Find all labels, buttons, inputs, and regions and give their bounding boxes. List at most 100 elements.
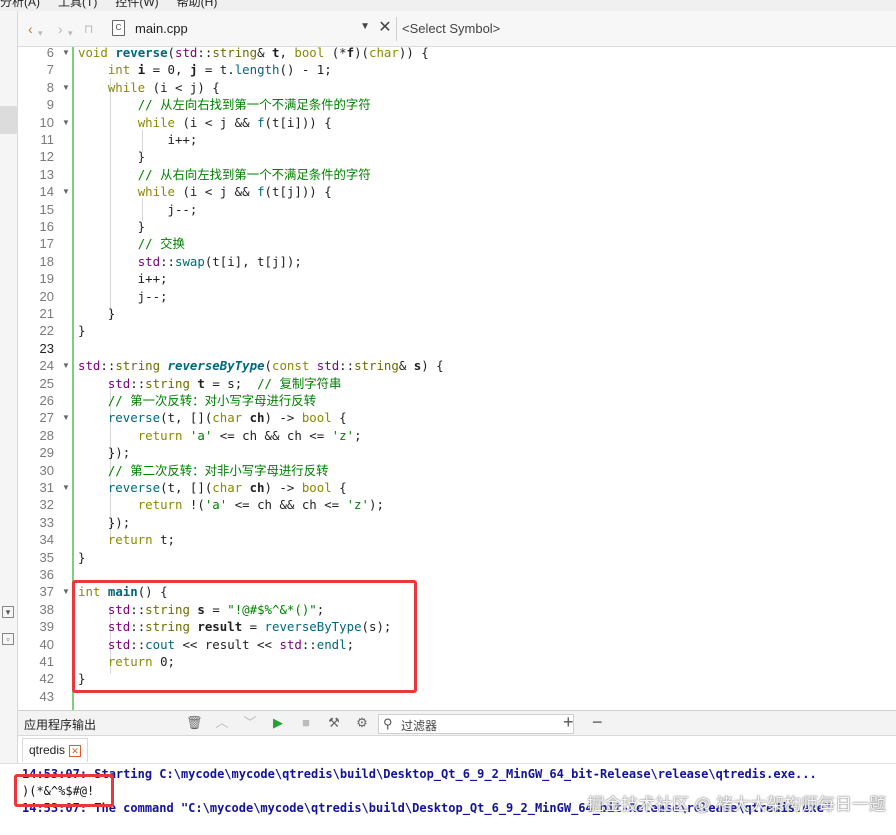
close-icon[interactable]: ✕ (374, 17, 396, 39)
zoom-out-icon[interactable]: − (592, 712, 603, 733)
code-line[interactable]: int i = 0, j = t.length() - 1; (78, 61, 332, 78)
close-icon[interactable]: ✕ (69, 744, 82, 757)
zoom-in-icon[interactable]: + (563, 712, 574, 733)
chevron-down-icon: ▼ (360, 21, 370, 32)
line-number: 21 (39, 306, 54, 321)
code-line[interactable]: reverse(t, [](char ch) -> bool { (78, 409, 347, 426)
next-icon[interactable]: ﹀ (242, 715, 258, 731)
filter-input[interactable]: ⚲ 过滤器 (378, 714, 574, 734)
code-line[interactable]: // 从左向右找到第一个不满足条件的字符 (78, 96, 371, 113)
fold-arrow-icon[interactable]: ▼ (62, 583, 71, 600)
line-number: 20 (39, 288, 54, 304)
fold-arrow-icon[interactable]: ▼ (62, 183, 71, 200)
code-line[interactable]: return t; (78, 531, 175, 548)
line-number: 37 (39, 584, 54, 600)
trash-icon[interactable]: 🗑 (186, 715, 203, 731)
left-sidebar-strip: ▾ ▫ (0, 11, 18, 711)
fold-arrow-icon[interactable]: ▼ (62, 409, 71, 426)
code-line[interactable]: i++; (78, 131, 198, 148)
code-line[interactable]: std::swap(t[i], t[j]); (78, 253, 302, 270)
panel-icon[interactable]: ▫ (2, 633, 14, 645)
fold-arrow-icon[interactable]: ▼ (62, 44, 71, 61)
output-pane-title: 应用程序输出 (24, 718, 97, 732)
fold-arrow-icon[interactable]: ▼ (62, 357, 71, 374)
code-line[interactable]: void reverse(std::string& t, bool (*f)(c… (78, 44, 429, 61)
line-number: 25 (39, 375, 54, 391)
code-line[interactable]: i++; (78, 270, 168, 287)
run-icon[interactable]: ▶ (270, 715, 286, 731)
fold-arrow-icon[interactable]: ▼ (62, 114, 71, 131)
code-line[interactable]: } (78, 218, 145, 235)
code-line[interactable]: j--; (78, 288, 168, 305)
previous-icon[interactable]: ︿ (214, 715, 230, 731)
main-function-highlight (72, 580, 417, 693)
line-number: 16 (39, 219, 54, 234)
code-line[interactable]: // 第一次反转：对小写字母进行反转 (78, 392, 316, 409)
toolbar-divider (396, 17, 397, 41)
code-line[interactable]: // 交换 (78, 235, 185, 252)
line-number: 34 (39, 532, 54, 548)
code-line[interactable]: }); (78, 514, 130, 531)
line-number: 28 (39, 427, 54, 443)
code-line[interactable]: std::string t = s; // 复制字符串 (78, 375, 342, 392)
code-line[interactable]: } (78, 305, 115, 322)
code-line[interactable]: reverse(t, [](char ch) -> bool { (78, 479, 347, 496)
code-line[interactable]: std::string reverseByType(const std::str… (78, 357, 444, 374)
code-line[interactable]: // 从右向左找到第一个不满足条件的字符 (78, 166, 371, 183)
line-number: 17 (39, 236, 54, 252)
output-tabs: qtredis ✕ (18, 736, 896, 763)
code-line[interactable]: }); (78, 444, 130, 461)
menu-tools[interactable]: 工具(T) (58, 0, 97, 11)
code-line[interactable]: while (i < j && f(t[j])) { (78, 183, 332, 200)
menu-bar: 分析(A) 工具(T) 控件(W) 帮助(H) (0, 0, 896, 11)
sidebar-selected-item[interactable] (0, 106, 18, 134)
line-number: 23 (39, 340, 54, 356)
stop-icon[interactable]: ■ (298, 715, 314, 731)
forward-dropdown-icon[interactable]: ▾ (68, 24, 73, 42)
code-line[interactable]: return 'a' <= ch && ch <= 'z'; (78, 427, 362, 444)
line-number: 39 (39, 619, 54, 635)
menu-help[interactable]: 帮助(H) (177, 0, 218, 11)
filter-placeholder: 过滤器 (401, 719, 438, 733)
lock-icon[interactable]: ⊓ (84, 20, 93, 38)
line-number: 36 (39, 567, 54, 582)
line-number: 19 (39, 271, 54, 287)
gear-icon[interactable]: ⚙ (354, 715, 370, 731)
line-number: 26 (39, 393, 54, 408)
tab-label: qtredis (29, 743, 66, 757)
line-number: 13 (39, 166, 54, 182)
code-line[interactable]: j--; (78, 201, 198, 218)
code-line[interactable]: } (78, 549, 85, 566)
forward-arrow-icon[interactable]: › (58, 20, 63, 38)
line-number: 10 (39, 114, 54, 130)
menu-analyze[interactable]: 分析(A) (0, 0, 40, 11)
code-line[interactable]: while (i < j) { (78, 79, 220, 96)
back-arrow-icon[interactable]: ‹ (28, 20, 33, 38)
line-number: 22 (39, 323, 54, 339)
symbol-selector[interactable]: <Select Symbol> (402, 21, 500, 36)
code-line[interactable]: while (i < j && f(t[i])) { (78, 114, 332, 131)
line-number: 27 (39, 410, 54, 426)
code-line[interactable]: } (78, 148, 145, 165)
line-number: 41 (39, 654, 54, 669)
file-selector[interactable]: C main.cpp ▼ (108, 18, 370, 40)
attach-debugger-icon[interactable]: ⚒ (326, 715, 342, 731)
code-line[interactable]: } (78, 322, 85, 339)
line-number: 7 (46, 62, 54, 78)
collapse-icon[interactable]: ▾ (2, 606, 14, 618)
line-number: 12 (39, 149, 54, 165)
tab-qtredis[interactable]: qtredis ✕ (22, 738, 89, 762)
line-number: 32 (39, 497, 54, 513)
line-number: 14 (39, 184, 54, 200)
line-number: 11 (40, 132, 55, 147)
back-dropdown-icon[interactable]: ▾ (38, 24, 43, 42)
line-number: 24 (39, 358, 54, 374)
line-number: 30 (39, 462, 54, 478)
line-number: 43 (39, 688, 54, 704)
fold-arrow-icon[interactable]: ▼ (62, 79, 71, 96)
fold-arrow-icon[interactable]: ▼ (62, 479, 71, 496)
menu-widgets[interactable]: 控件(W) (115, 0, 158, 11)
line-number: 33 (39, 514, 54, 530)
code-line[interactable]: return !('a' <= ch && ch <= 'z'); (78, 496, 384, 513)
code-line[interactable]: // 第二次反转：对非小写字母进行反转 (78, 462, 329, 479)
